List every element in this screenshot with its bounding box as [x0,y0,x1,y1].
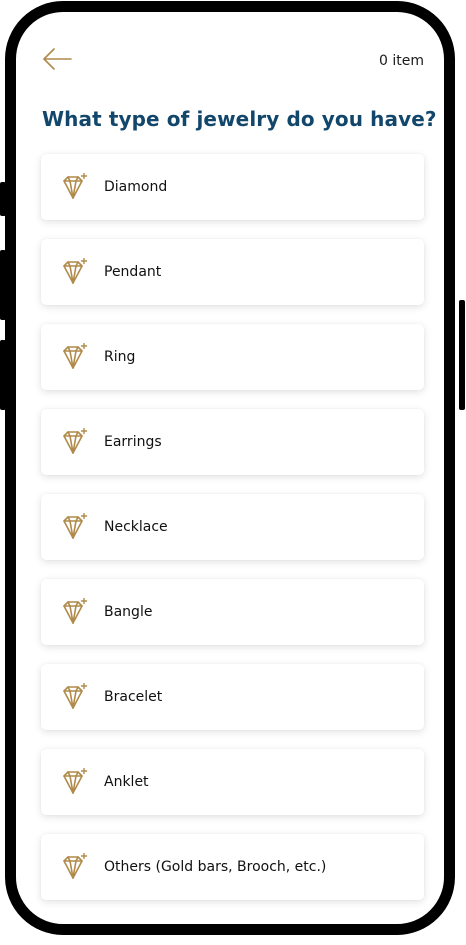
jewelry-type-label: Others (Gold bars, Brooch, etc.) [104,859,327,875]
page-title: What type of jewelry do you have? [42,107,437,131]
diamond-icon [63,428,88,454]
header: 0 item [16,12,444,102]
phone-frame: 0 item What type of jewelry do you have?… [5,1,455,935]
jewelry-type-label: Pendant [104,264,162,280]
back-button[interactable] [41,46,73,72]
jewelry-type-item-bracelet[interactable]: Bracelet [41,664,424,730]
diamond-icon [63,768,88,794]
jewelry-type-item-earrings[interactable]: Earrings [41,409,424,475]
jewelry-type-label: Bangle [104,604,153,620]
jewelry-type-label: Earrings [104,434,162,450]
diamond-icon [63,173,88,199]
jewelry-type-item-anklet[interactable]: Anklet [41,749,424,815]
diamond-icon [63,598,88,624]
phone-side-button-right [459,300,465,410]
jewelry-type-list: Diamond Pendant Ring Earrings Necklace B… [41,154,424,919]
diamond-icon [63,683,88,709]
diamond-icon [63,853,88,879]
jewelry-type-label: Bracelet [104,689,163,705]
jewelry-type-item-diamond[interactable]: Diamond [41,154,424,220]
arrow-left-icon [43,48,72,70]
item-count: 0 item [379,53,424,69]
jewelry-type-item-others[interactable]: Others (Gold bars, Brooch, etc.) [41,834,424,900]
jewelry-type-label: Necklace [104,519,168,535]
jewelry-type-label: Ring [104,349,136,365]
jewelry-type-item-ring[interactable]: Ring [41,324,424,390]
diamond-icon [63,513,88,539]
jewelry-type-item-bangle[interactable]: Bangle [41,579,424,645]
jewelry-type-item-necklace[interactable]: Necklace [41,494,424,560]
jewelry-type-label: Anklet [104,774,149,790]
jewelry-type-item-pendant[interactable]: Pendant [41,239,424,305]
jewelry-type-label: Diamond [104,179,168,195]
diamond-icon [63,258,88,284]
diamond-icon [63,343,88,369]
